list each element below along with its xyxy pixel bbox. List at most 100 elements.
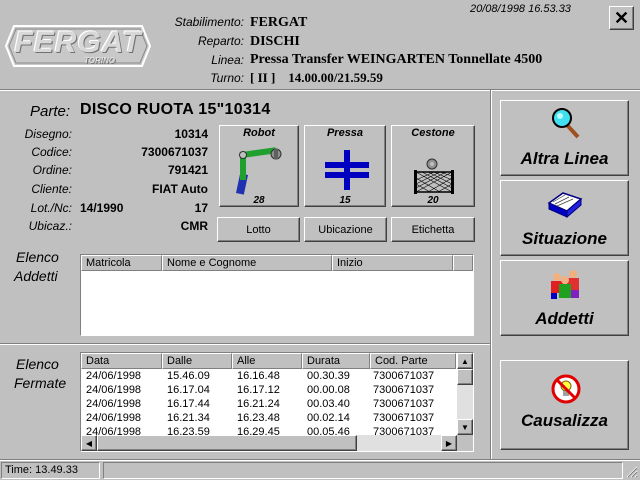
scroll-down-button[interactable]: ▼ [457,419,473,435]
row-data: 24/06/1998 [86,398,142,410]
robot-count: 28 [253,195,265,206]
lot-value: 14/1990 [80,201,124,215]
addetti-col-filler [453,255,473,271]
status-message [103,462,623,479]
row-durata: 00.03.40 [307,398,350,410]
vscroll-thumb[interactable] [457,369,473,385]
fermate-hscroll[interactable]: ◀ ▶ [81,435,457,451]
row-durata: 00.02.14 [307,412,350,424]
side-separator [490,90,492,460]
status-time-text: Time: 13.49.33 [5,464,78,476]
pressa-title: Pressa [326,127,364,139]
row-dalle: 16.17.04 [167,384,210,396]
part-value: DISCO RUOTA 15"10314 [80,101,271,118]
fermate-row[interactable]: 24/06/1998 16.17.44 16.21.24 00.03.40 73… [81,398,457,412]
pressa-tile[interactable]: Pressa 15 [304,125,386,207]
reparto-value: DISCHI [250,34,300,49]
fermate-vscroll[interactable]: ▲ ▼ [457,353,473,435]
press-icon [325,150,369,193]
ubicazione-button[interactable]: Ubicazione [304,217,387,242]
datetime: 20/08/1998 16.53.33 [470,3,571,15]
addetti-col-matricola[interactable]: Matricola [81,255,162,271]
ordine-value: 791421 [167,163,208,177]
hscroll-thumb[interactable] [97,435,357,451]
basket-icon [412,156,456,199]
scroll-left-button[interactable]: ◀ [81,435,97,451]
row-alle: 16.17.12 [237,384,280,396]
pressa-count: 15 [339,195,351,206]
turno-value: [ II ] 14.00.00/21.59.59 [250,70,383,85]
row-durata: 00.00.08 [307,384,350,396]
close-button[interactable]: ✕ [609,6,634,30]
row-dalle: 15.46.09 [167,370,210,382]
causalizza-button[interactable]: Causalizza [500,360,629,450]
logo-subtext: TORINO [84,56,115,65]
addetti-label-2: Addetti [14,268,58,284]
ordine-label: Ordine: [32,163,72,177]
fermate-col-durata[interactable]: Durata [302,353,370,369]
robot-title: Robot [243,127,275,139]
linea-label: Linea: [211,53,244,67]
row-data: 24/06/1998 [86,370,142,382]
causalizza-label: Causalizza [521,411,608,430]
row-alle: 16.16.48 [237,370,280,382]
addetti-button[interactable]: Addetti [500,260,629,336]
addetti-label-1: Elenco [16,249,59,265]
cestone-count: 20 [427,195,439,206]
codice-value: 7300671037 [141,145,208,159]
scroll-right-button[interactable]: ▶ [441,435,457,451]
cliente-label: Cliente: [31,182,72,196]
row-dalle: 16.21.34 [167,412,210,424]
lot-label: Lot./Nc: [30,201,72,215]
fermate-row[interactable]: 24/06/1998 16.17.04 16.17.12 00.00.08 73… [81,384,457,398]
addetti-col-inizio[interactable]: Inizio [332,255,453,271]
resize-grip-icon[interactable] [624,464,638,478]
cestone-tile[interactable]: Cestone 20 [391,125,475,207]
altra-linea-label: Altra Linea [520,149,609,168]
altra-linea-button[interactable]: Altra Linea [500,100,629,176]
situazione-label: Situazione [521,229,607,248]
stabilimento-value: FERGAT [250,15,308,30]
fermate-label-1: Elenco [16,356,59,372]
scroll-up-button[interactable]: ▲ [457,353,473,369]
reparto-label: Reparto: [197,34,244,48]
part-label: Parte: [30,103,71,120]
robot-arm-icon [234,146,286,199]
row-alle: 16.23.48 [237,412,280,424]
addetti-button-label: Addetti [535,309,594,328]
fermate-col-codparte[interactable]: Cod. Parte [370,353,456,369]
codice-label: Codice: [31,145,72,159]
row-data: 24/06/1998 [86,384,142,396]
fermate-list[interactable]: Data Dalle Alle Durata Cod. Parte 24/06/… [80,352,474,452]
section-divider [0,343,490,345]
workers-icon [547,267,583,304]
no-bulb-icon [550,373,582,408]
header-panel: FERGAT TORINO 20/08/1998 16.53.33 ✕ Stab… [0,0,640,88]
fermate-row[interactable]: 24/06/1998 16.21.34 16.23.48 00.02.14 73… [81,412,457,426]
fermate-col-data[interactable]: Data [81,353,162,369]
fermate-col-dalle[interactable]: Dalle [162,353,232,369]
fermate-label-2: Fermate [14,375,67,391]
magnifier-icon [551,107,581,142]
addetti-col-nome[interactable]: Nome e Cognome [162,255,332,271]
robot-tile[interactable]: Robot 28 [219,125,299,207]
row-dalle: 16.17.44 [167,398,210,410]
fermate-row[interactable]: 24/06/1998 15.46.09 16.16.48 00.30.39 73… [81,370,457,384]
header-divider [0,89,640,91]
cestone-title: Cestone [411,127,455,139]
stabilimento-label: Stabilimento: [174,15,244,29]
row-codparte: 7300671037 [373,384,435,396]
situazione-button[interactable]: Situazione [500,180,629,256]
lotto-button[interactable]: Lotto [217,217,300,242]
row-codparte: 7300671037 [373,412,435,424]
disegno-value: 10314 [174,127,208,141]
addetti-list[interactable]: Matricola Nome e Cognome Inizio [80,254,474,336]
disegno-label: Disegno: [24,127,72,141]
nc-value: 17 [194,201,208,215]
scroll-corner [457,435,473,451]
row-data: 24/06/1998 [86,412,142,424]
etichetta-button[interactable]: Etichetta [391,217,475,242]
fermate-col-alle[interactable]: Alle [232,353,302,369]
status-time: Time: 13.49.33 [1,462,100,479]
status-divider [0,459,640,461]
